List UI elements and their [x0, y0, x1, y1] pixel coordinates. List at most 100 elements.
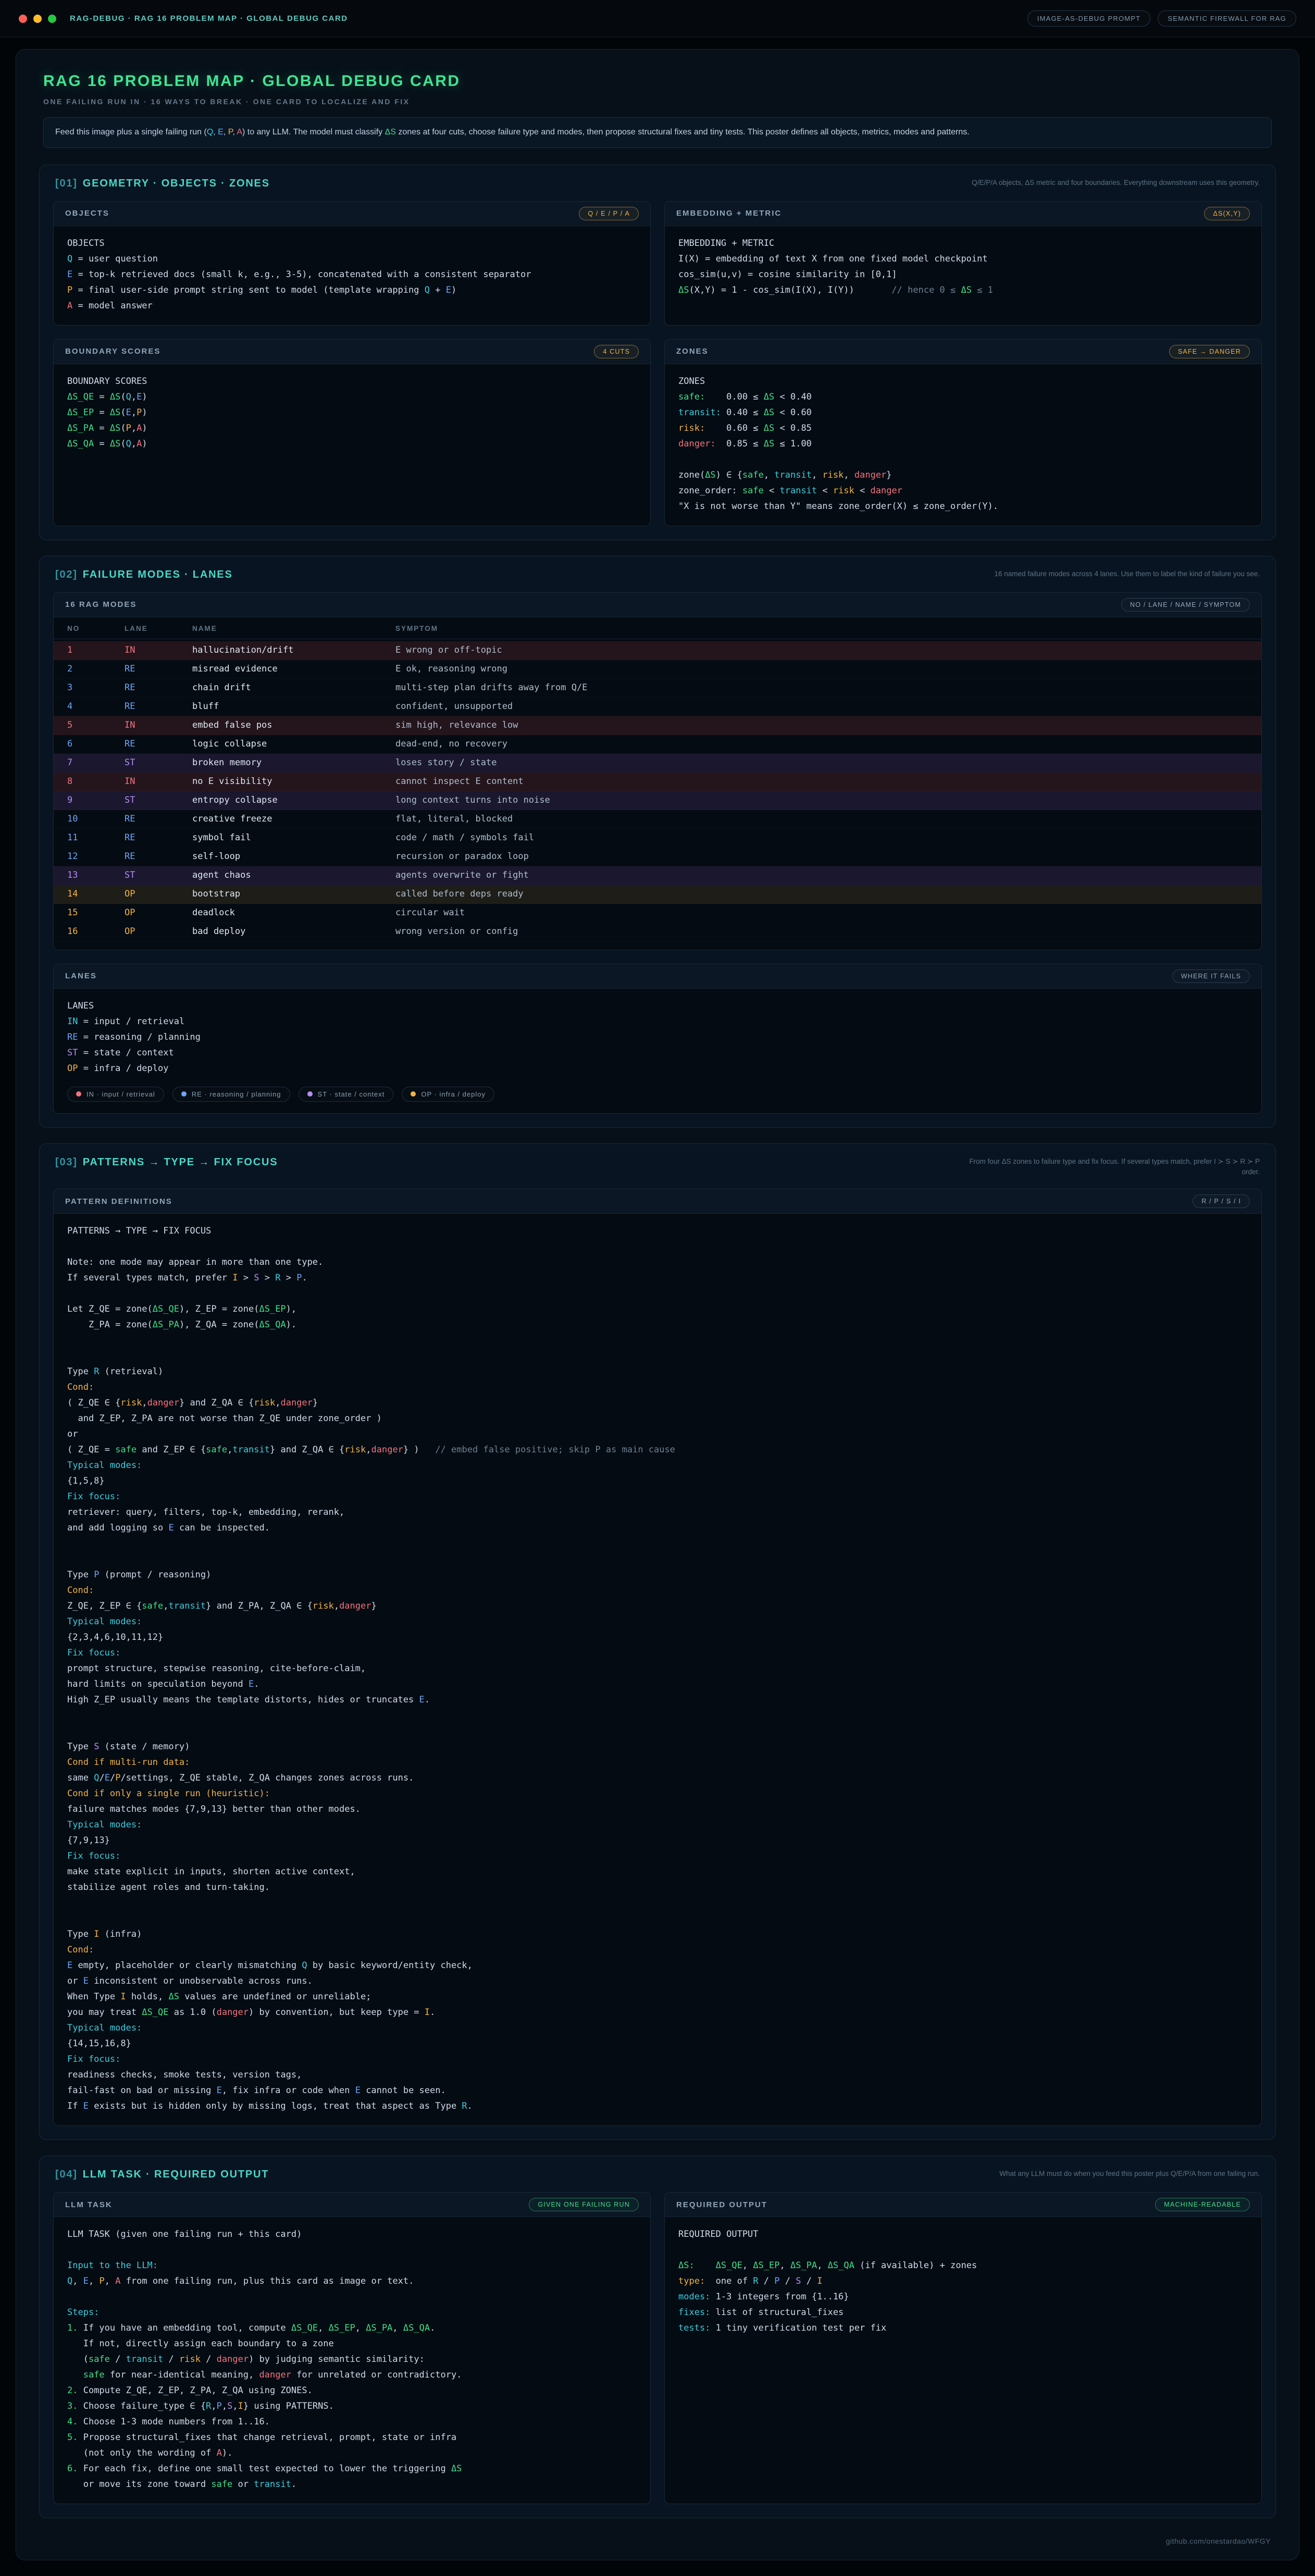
footer: github.com/onestardao/WFGY — [39, 2534, 1276, 2546]
mode-row-9: 9STentropy collapselong context turns in… — [54, 791, 1261, 810]
code-line: Z_PA = zone(ΔS_PA), Z_QA = zone(ΔS_QA). — [67, 1317, 1248, 1333]
mode-row-12: 12REself-looprecursion or paradox loop — [54, 848, 1261, 866]
mode-row-7: 7STbroken memoryloses story / state — [54, 754, 1261, 773]
panel-zones: ZONES SAFE → DANGER ZONESsafe: 0.00 ≤ ΔS… — [664, 339, 1262, 526]
minimize-window-button[interactable] — [33, 15, 42, 23]
lane-dot-icon — [76, 1091, 81, 1097]
maximize-window-button[interactable] — [48, 15, 56, 23]
mode-symptom: wrong version or config — [395, 926, 1248, 937]
section-patterns-header: [03]PATTERNS → TYPE → FIX FOCUS From fou… — [53, 1155, 1262, 1179]
code-line: Fix focus: — [67, 1645, 1248, 1661]
code-line: you may treat ΔS_QE as 1.0 (danger) by c… — [67, 2005, 1248, 2020]
mode-no: 3 — [67, 682, 125, 693]
code-line: (safe / transit / risk / danger) by judg… — [67, 2351, 637, 2367]
mode-lane: IN — [125, 645, 192, 655]
code-line: Z_QE, Z_EP ∈ {safe,transit} and Z_PA, Z_… — [67, 1598, 1248, 1614]
lane-chip-OP: OP · infra / deploy — [402, 1087, 494, 1102]
code-line: Fix focus: — [67, 1489, 1248, 1504]
code-line: 1. If you have an embedding tool, comput… — [67, 2320, 637, 2336]
lane-chip-RE: RE · reasoning / planning — [172, 1087, 290, 1102]
code-line — [67, 1723, 1248, 1739]
panel-label: 16 RAG MODES — [65, 600, 137, 609]
code-line: Note: one mode may appear in more than o… — [67, 1254, 1248, 1270]
hero: RAG 16 PROBLEM MAP · GLOBAL DEBUG CARD O… — [39, 70, 1276, 165]
mode-name: misread evidence — [192, 664, 395, 674]
mode-symptom: loses story / state — [395, 757, 1248, 768]
titlebar-pill-1[interactable]: SEMANTIC FIREWALL FOR RAG — [1158, 10, 1296, 27]
panel-embedding-metric: EMBEDDING + METRIC ΔS(X,Y) EMBEDDING + M… — [664, 201, 1262, 326]
code-line: BOUNDARY SCORES — [67, 374, 637, 389]
code-line: hard limits on speculation beyond E. — [67, 1676, 1248, 1692]
section-note: 16 named failure modes across 4 lanes. U… — [994, 569, 1260, 579]
mode-symptom: confident, unsupported — [395, 701, 1248, 712]
code-line: 4. Choose 1-3 mode numbers from 1..16. — [67, 2414, 637, 2430]
titlebar-pill-0[interactable]: IMAGE-AS-DEBUG PROMPT — [1027, 10, 1151, 27]
panel-label: BOUNDARY SCORES — [65, 347, 160, 356]
mode-no: 9 — [67, 795, 125, 805]
mode-name: logic collapse — [192, 739, 395, 749]
mode-symptom: E ok, reasoning wrong — [395, 664, 1248, 674]
mode-lane: ST — [125, 795, 192, 805]
code-line — [67, 2242, 637, 2258]
section-note: What any LLM must do when you feed this … — [999, 2169, 1260, 2179]
code-line: IN = input / retrieval — [67, 1014, 1248, 1029]
mode-no: 16 — [67, 926, 125, 937]
mode-row-14: 14OPbootstrapcalled before deps ready — [54, 885, 1261, 904]
code-line: I(X) = embedding of text X from one fixe… — [678, 251, 1248, 267]
code-line: ΔS_QA = ΔS(Q,A) — [67, 436, 637, 452]
code-line: Cond if only a single run (heuristic): — [67, 1786, 1248, 1801]
lane-chip-label: IN · input / retrieval — [86, 1090, 155, 1098]
code-line: {14,15,16,8} — [67, 2036, 1248, 2051]
code-line: retriever: query, filters, top-k, embedd… — [67, 1504, 1248, 1520]
mode-no: 12 — [67, 851, 125, 862]
section-title-text: GEOMETRY · OBJECTS · ZONES — [83, 178, 270, 189]
lane-chip-IN: IN · input / retrieval — [67, 1087, 164, 1102]
mode-row-10: 10REcreative freezeflat, literal, blocke… — [54, 810, 1261, 829]
boundary-code-block: BOUNDARY SCORESΔS_QE = ΔS(Q,E)ΔS_EP = ΔS… — [54, 364, 650, 463]
panel-label: EMBEDDING + METRIC — [676, 209, 781, 218]
panel-label: LANES — [65, 972, 97, 980]
code-line: prompt structure, stepwise reasoning, ci… — [67, 1661, 1248, 1676]
code-line: or E inconsistent or unobservable across… — [67, 1973, 1248, 1989]
code-line: fixes: list of structural_fixes — [678, 2305, 1248, 2320]
window-controls — [19, 15, 56, 23]
code-line: make state explicit in inputs, shorten a… — [67, 1864, 1248, 1880]
panel-badge: 4 CUTS — [594, 345, 639, 358]
metric-code-block: EMBEDDING + METRICI(X) = embedding of te… — [665, 226, 1261, 309]
mode-name: hallucination/drift — [192, 645, 395, 655]
panel-required-output: REQUIRED OUTPUT MACHINE-READABLE REQUIRE… — [664, 2192, 1262, 2504]
mode-symptom: agents overwrite or fight — [395, 870, 1248, 880]
panel-badge: R / P / S / I — [1193, 1194, 1250, 1208]
section-geometry: [01]GEOMETRY · OBJECTS · ZONES Q/E/P/A o… — [39, 165, 1276, 540]
patterns-code-block: PATTERNS → TYPE → FIX FOCUS Note: one mo… — [54, 1214, 1261, 2125]
section-llm-task: [04]LLM TASK · REQUIRED OUTPUT What any … — [39, 2156, 1276, 2518]
section-title: [03]PATTERNS → TYPE → FIX FOCUS — [55, 1156, 278, 1168]
code-line — [678, 2242, 1248, 2258]
mode-lane: RE — [125, 664, 192, 674]
code-line: Input to the LLM: — [67, 2258, 637, 2273]
code-line: Fix focus: — [67, 1848, 1248, 1864]
lane-chip-label: OP · infra / deploy — [421, 1090, 486, 1098]
code-line: cos_sim(u,v) = cosine similarity in [0,1… — [678, 267, 1248, 282]
column-header-no: NO — [67, 625, 125, 632]
objects-code-block: OBJECTSQ = user questionE = top-k retrie… — [54, 226, 650, 325]
panel-llm-task-head: LLM TASK GIVEN ONE FAILING RUN — [54, 2193, 650, 2217]
panel-label: LLM TASK — [65, 2200, 113, 2209]
github-link[interactable]: github.com/onestardao/WFGY — [1166, 2537, 1271, 2545]
required-output-code-block: REQUIRED OUTPUT ΔS: ΔS_QE, ΔS_EP, ΔS_PA,… — [665, 2217, 1261, 2347]
mode-row-16: 16OPbad deploywrong version or config — [54, 923, 1261, 941]
mode-no: 11 — [67, 832, 125, 843]
code-line: and Z_EP, Z_PA are not worse than Z_QE u… — [67, 1411, 1248, 1426]
lane-chip-label: RE · reasoning / planning — [192, 1090, 281, 1098]
code-line: risk: 0.60 ≤ ΔS < 0.85 — [678, 420, 1248, 436]
mode-lane: RE — [125, 682, 192, 693]
close-window-button[interactable] — [19, 15, 27, 23]
code-line: ΔS_PA = ΔS(P,A) — [67, 420, 637, 436]
code-line: Cond: — [67, 1942, 1248, 1958]
code-line: ΔS_QE = ΔS(Q,E) — [67, 389, 637, 405]
lane-dot-icon — [181, 1091, 187, 1097]
mode-symptom: called before deps ready — [395, 889, 1248, 899]
lane-chip-ST: ST · state / context — [299, 1087, 394, 1102]
code-line: Typical modes: — [67, 1817, 1248, 1833]
code-line: LLM TASK (given one failing run + this c… — [67, 2226, 637, 2242]
